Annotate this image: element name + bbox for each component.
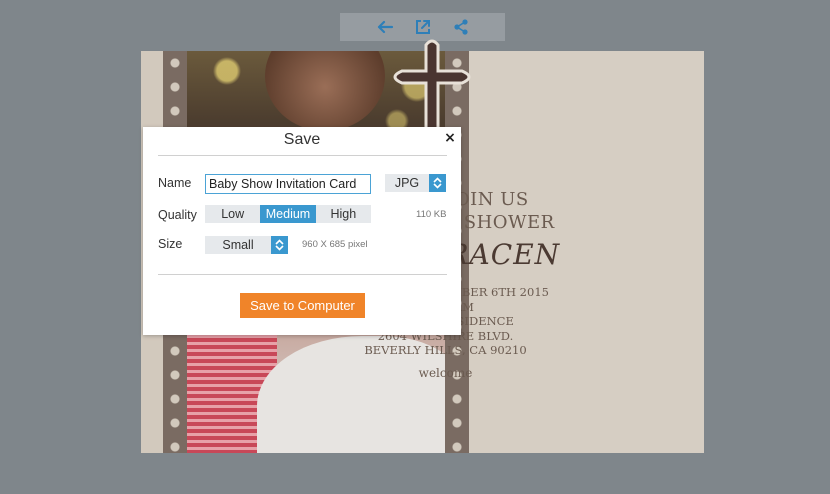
quality-option-low[interactable]: Low — [205, 205, 260, 223]
open-external-button[interactable] — [413, 17, 433, 37]
dialog-title: Save — [283, 131, 321, 148]
dimensions-readout: 960 X 685 pixel — [302, 239, 368, 250]
format-select[interactable]: JPG — [385, 174, 446, 192]
divider — [158, 155, 447, 156]
back-arrow-icon — [377, 20, 393, 34]
quality-segmented-control: Low Medium High — [205, 205, 371, 223]
chevron-updown-icon — [271, 236, 288, 254]
divider — [158, 274, 447, 275]
chevron-updown-icon — [429, 174, 446, 192]
invitation-city: BEVERLY HILLS, CA 90210 — [364, 343, 527, 358]
share-button[interactable] — [451, 17, 471, 37]
close-icon[interactable]: × — [443, 130, 457, 146]
share-icon — [453, 19, 468, 35]
size-select[interactable]: Small — [205, 236, 288, 254]
filename-input[interactable] — [205, 174, 371, 194]
size-label: Size — [158, 237, 183, 251]
file-size-readout: 110 KB — [416, 209, 447, 220]
invitation-welcome: welcome — [418, 366, 473, 380]
quality-option-medium[interactable]: Medium — [260, 205, 316, 223]
save-to-computer-button[interactable]: Save to Computer — [240, 293, 365, 318]
quality-option-high[interactable]: High — [316, 205, 371, 223]
name-label: Name — [158, 176, 192, 190]
format-select-value: JPG — [394, 176, 420, 190]
open-external-icon — [415, 20, 430, 34]
size-select-value: Small — [222, 238, 254, 252]
quality-label: Quality — [158, 208, 197, 222]
back-button[interactable] — [375, 17, 395, 37]
save-dialog: Save × Name JPG Quality Low Medium High … — [143, 127, 461, 335]
